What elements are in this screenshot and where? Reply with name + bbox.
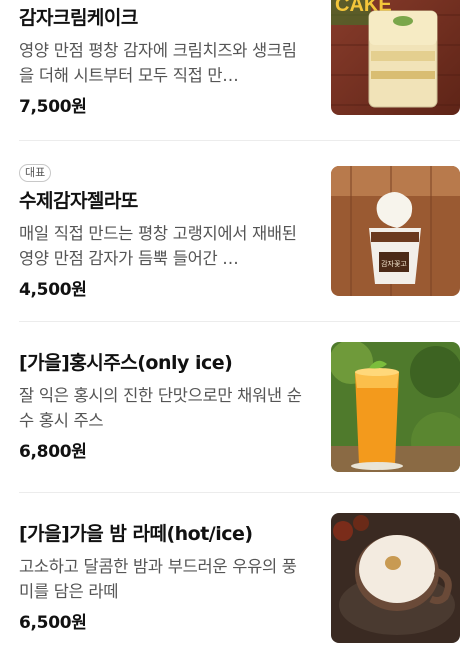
menu-item-image[interactable]: 감자꽃고 [331,166,460,296]
menu-item-name: 수제감자젤라또 [19,190,138,212]
menu-list: 감자크림케이크 영양 만점 평창 감자에 크림치즈와 생크림을 더해 시트부터 … [0,0,466,651]
menu-item-image[interactable] [331,342,460,472]
signature-badge: 대표 [19,164,52,182]
menu-item-description: 고소하고 달콤한 밤과 부드러운 우유의 풍미를 담은 라떼 [19,557,297,601]
menu-item-description: 매일 직접 만드는 평창 고랭지에서 재배된 영양 만점 감자가 듬뿍 들어간 … [19,224,297,268]
menu-item-persimmon-juice[interactable]: [가을]홍시주스(only ice) 잘 익은 홍시의 진한 단맛으로만 채워낸… [0,322,466,492]
menu-item-image[interactable]: CAKE [331,0,460,115]
cake-photo: CAKE [331,0,460,115]
svg-text:감자꽃고: 감자꽃고 [381,259,407,268]
menu-item-price: 4,500원 [19,280,87,300]
menu-item-price: 6,500원 [19,613,87,633]
menu-item-price: 6,800원 [19,442,87,462]
menu-item-image[interactable] [331,513,460,643]
persimmon-juice-photo [331,342,460,472]
menu-item-text: [가을]가을 밤 라떼(hot/ice) 고소하고 달콤한 밤과 부드러운 우유… [19,521,309,633]
chestnut-latte-photo [331,513,460,643]
menu-item-description: 영양 만점 평창 감자에 크림치즈와 생크림을 더해 시트부터 모두 직접 만… [19,41,297,85]
menu-item-name: 감자크림케이크 [19,7,138,29]
menu-item-potato-gelato[interactable]: 대표 수제감자젤라또 매일 직접 만드는 평창 고랭지에서 재배된 영양 만점 … [0,141,466,321]
menu-item-potato-cream-cake[interactable]: 감자크림케이크 영양 만점 평창 감자에 크림치즈와 생크림을 더해 시트부터 … [0,0,466,140]
menu-item-chestnut-latte[interactable]: [가을]가을 밤 라떼(hot/ice) 고소하고 달콤한 밤과 부드러운 우유… [0,493,466,651]
menu-item-text: 대표 수제감자젤라또 매일 직접 만드는 평창 고랭지에서 재배된 영양 만점 … [19,161,309,300]
menu-item-name: [가을]홍시주스(only ice) [19,352,233,374]
menu-item-text: [가을]홍시주스(only ice) 잘 익은 홍시의 진한 단맛으로만 채워낸… [19,350,309,462]
menu-item-name: [가을]가을 밤 라떼(hot/ice) [19,523,253,545]
menu-item-text: 감자크림케이크 영양 만점 평창 감자에 크림치즈와 생크림을 더해 시트부터 … [19,5,309,117]
menu-item-price: 7,500원 [19,97,87,117]
menu-item-description: 잘 익은 홍시의 진한 단맛으로만 채워낸 순수 홍시 주스 [19,386,302,430]
gelato-photo: 감자꽃고 [331,166,460,296]
